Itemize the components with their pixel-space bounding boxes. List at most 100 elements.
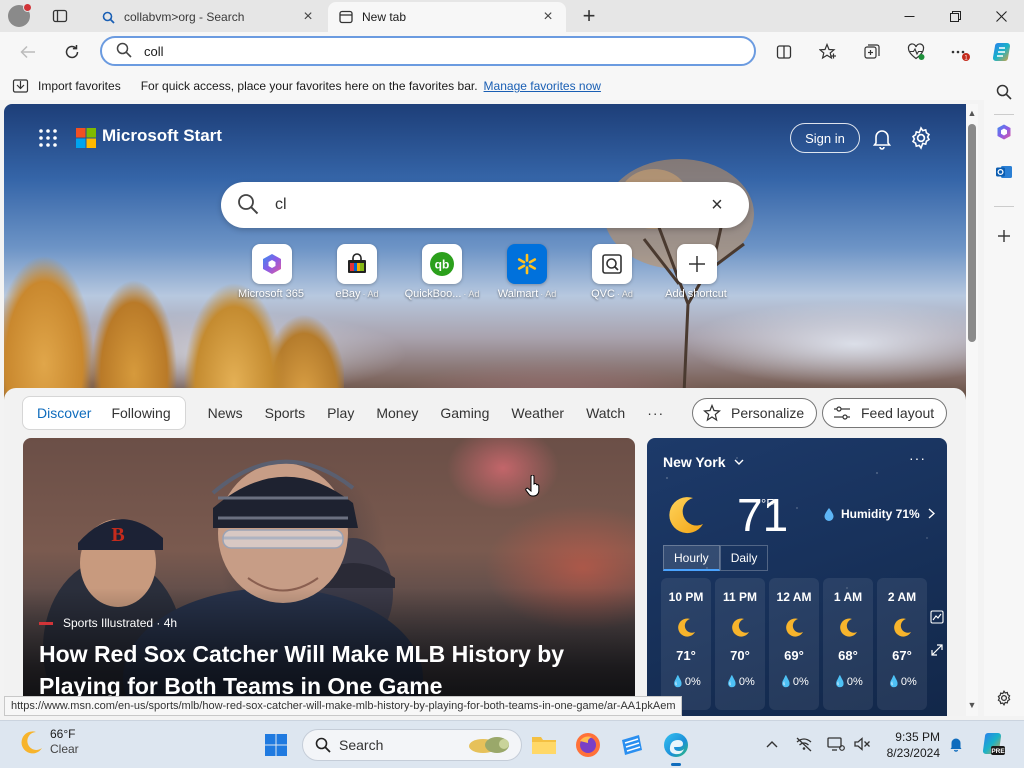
vertical-scrollbar[interactable]: ▲ ▼: [966, 104, 978, 716]
taskbar-weather-widget[interactable]: 66°F Clear: [18, 727, 79, 757]
humidity-link[interactable]: Humidity 71%: [823, 506, 935, 522]
forecast-hour[interactable]: 11 PM 70° 💧0%: [715, 578, 765, 710]
network-disconnected-icon[interactable]: [794, 734, 814, 754]
tab-daily[interactable]: Daily: [719, 545, 769, 571]
address-bar[interactable]: coll: [100, 36, 756, 66]
clear-search-icon[interactable]: ×: [707, 195, 727, 215]
sidebar-office-icon[interactable]: [990, 118, 1018, 146]
back-button[interactable]: [14, 38, 42, 66]
page-settings-gear-icon[interactable]: [909, 126, 933, 150]
article-source[interactable]: Sports Illustrated · 4h: [39, 616, 177, 630]
nav-sports[interactable]: Sports: [265, 405, 305, 421]
quick-link-microsoft-365[interactable]: Microsoft 365: [232, 244, 312, 300]
crescent-moon-icon: [783, 616, 805, 638]
quick-link-ebay[interactable]: eBay · Ad: [317, 244, 397, 300]
browser-essentials-icon[interactable]: [902, 38, 930, 66]
split-screen-button[interactable]: [770, 38, 798, 66]
nav-gaming[interactable]: Gaming: [440, 405, 489, 421]
manage-favorites-link[interactable]: Manage favorites now: [484, 79, 601, 93]
add-shortcut-button[interactable]: Add shortcut: [657, 244, 737, 300]
scroll-up-arrow-icon[interactable]: ▲: [967, 108, 977, 118]
edge-browser-icon[interactable]: [662, 731, 690, 766]
weather-location[interactable]: New York: [663, 454, 744, 470]
sidebar-outlook-icon[interactable]: [990, 158, 1018, 186]
discover-following-toggle: Discover Following: [22, 396, 186, 430]
publisher-logo-icon: [39, 621, 53, 625]
sign-in-button[interactable]: Sign in: [790, 123, 860, 153]
display-settings-icon[interactable]: [826, 734, 846, 754]
notifications-bell-icon[interactable]: [870, 126, 894, 150]
weather-more-button[interactable]: ···: [909, 450, 926, 466]
tab-hourly[interactable]: Hourly: [663, 545, 720, 571]
copilot-icon[interactable]: [988, 38, 1016, 66]
nav-weather[interactable]: Weather: [511, 405, 564, 421]
minimize-button[interactable]: [886, 0, 932, 32]
nav-money[interactable]: Money: [376, 405, 418, 421]
article-headline[interactable]: How Red Sox Catcher Will Make MLB Histor…: [39, 638, 599, 702]
more-menu-button[interactable]: 1: [946, 38, 974, 66]
forecast-hour[interactable]: 10 PM 71° 💧0%: [661, 578, 711, 710]
quick-link-ad: · Ad: [616, 289, 633, 299]
open-map-icon[interactable]: [930, 610, 944, 624]
tab-search[interactable]: collabvm>org - Search ×: [90, 2, 326, 32]
quick-link-label: QuickBoo...: [404, 288, 462, 300]
refresh-button[interactable]: [58, 38, 86, 66]
volume-muted-icon[interactable]: [852, 734, 872, 754]
tab-strip: collabvm>org - Search × New tab × +: [0, 0, 1024, 32]
feed-nav: Discover Following News Sports Play Mone…: [22, 396, 664, 430]
quick-link-quickbooks[interactable]: qb QuickBoo... · Ad: [402, 244, 482, 300]
sidebar-search-icon[interactable]: [990, 78, 1018, 106]
forecast-precip: 💧0%: [833, 676, 863, 688]
article-card[interactable]: B Sports Illustrated · 4h How Red Sox Ca…: [23, 438, 635, 716]
favorites-button[interactable]: [814, 38, 842, 66]
notification-bell-icon[interactable]: [946, 734, 966, 754]
tab-actions-icon[interactable]: [48, 6, 72, 26]
scrollbar-thumb[interactable]: [968, 124, 976, 342]
firefox-icon[interactable]: [574, 731, 602, 759]
nav-more-button[interactable]: ···: [647, 405, 664, 421]
brand-title[interactable]: Microsoft Start: [102, 126, 222, 146]
app-launcher-icon[interactable]: [38, 128, 58, 148]
forecast-hour[interactable]: 12 AM 69° 💧0%: [769, 578, 819, 710]
search-icon: [100, 9, 116, 25]
weather-card[interactable]: New York ··· 71 °F Humidity 71% Hourly D…: [647, 438, 947, 716]
forecast-precip-value: 0%: [900, 676, 917, 688]
close-tab-icon[interactable]: ×: [540, 8, 556, 25]
nav-watch[interactable]: Watch: [586, 405, 625, 421]
restore-button[interactable]: [932, 0, 978, 32]
app-installer-icon[interactable]: [618, 731, 646, 759]
web-search-box[interactable]: cl ×: [221, 182, 749, 228]
search-query: cl: [275, 196, 287, 213]
personalize-button[interactable]: Personalize: [692, 398, 818, 428]
nav-news[interactable]: News: [208, 405, 243, 421]
import-favorites-icon: [12, 78, 30, 94]
quick-link-walmart[interactable]: Walmart · Ad: [487, 244, 567, 300]
tab-following[interactable]: Following: [101, 405, 180, 421]
collections-button[interactable]: [858, 38, 886, 66]
windows-start-button[interactable]: [264, 733, 288, 757]
copilot-preview-icon[interactable]: PRE: [980, 731, 1006, 757]
temperature-unit[interactable]: °F: [761, 496, 774, 511]
feed-layout-button[interactable]: Feed layout: [822, 398, 948, 428]
quick-link-qvc[interactable]: QVC · Ad: [572, 244, 652, 300]
crescent-moon-icon: [891, 616, 913, 638]
tab-new-tab[interactable]: New tab ×: [328, 2, 566, 32]
show-hidden-icons-chevron-icon[interactable]: [762, 734, 782, 754]
close-tab-icon[interactable]: ×: [300, 8, 316, 25]
new-tab-button[interactable]: +: [577, 3, 601, 28]
taskbar-search-box[interactable]: Search: [302, 729, 522, 761]
close-window-button[interactable]: [978, 0, 1024, 32]
forecast-hour[interactable]: 1 AM 68° 💧0%: [823, 578, 873, 710]
file-explorer-icon[interactable]: [530, 731, 558, 759]
taskbar-clock[interactable]: 9:35 PM 8/23/2024: [884, 729, 940, 761]
tab-discover[interactable]: Discover: [27, 405, 101, 421]
scroll-down-arrow-icon[interactable]: ▼: [967, 700, 977, 710]
forecast-hour[interactable]: 2 AM 67° 💧0%: [877, 578, 927, 710]
nav-play[interactable]: Play: [327, 405, 354, 421]
microsoft-365-icon: [252, 244, 292, 284]
profile-avatar[interactable]: [8, 3, 32, 27]
sidebar-settings-icon[interactable]: [990, 684, 1018, 712]
expand-icon[interactable]: [930, 643, 944, 657]
import-favorites-button[interactable]: Import favorites: [12, 78, 121, 94]
sidebar-add-icon[interactable]: [990, 222, 1018, 250]
